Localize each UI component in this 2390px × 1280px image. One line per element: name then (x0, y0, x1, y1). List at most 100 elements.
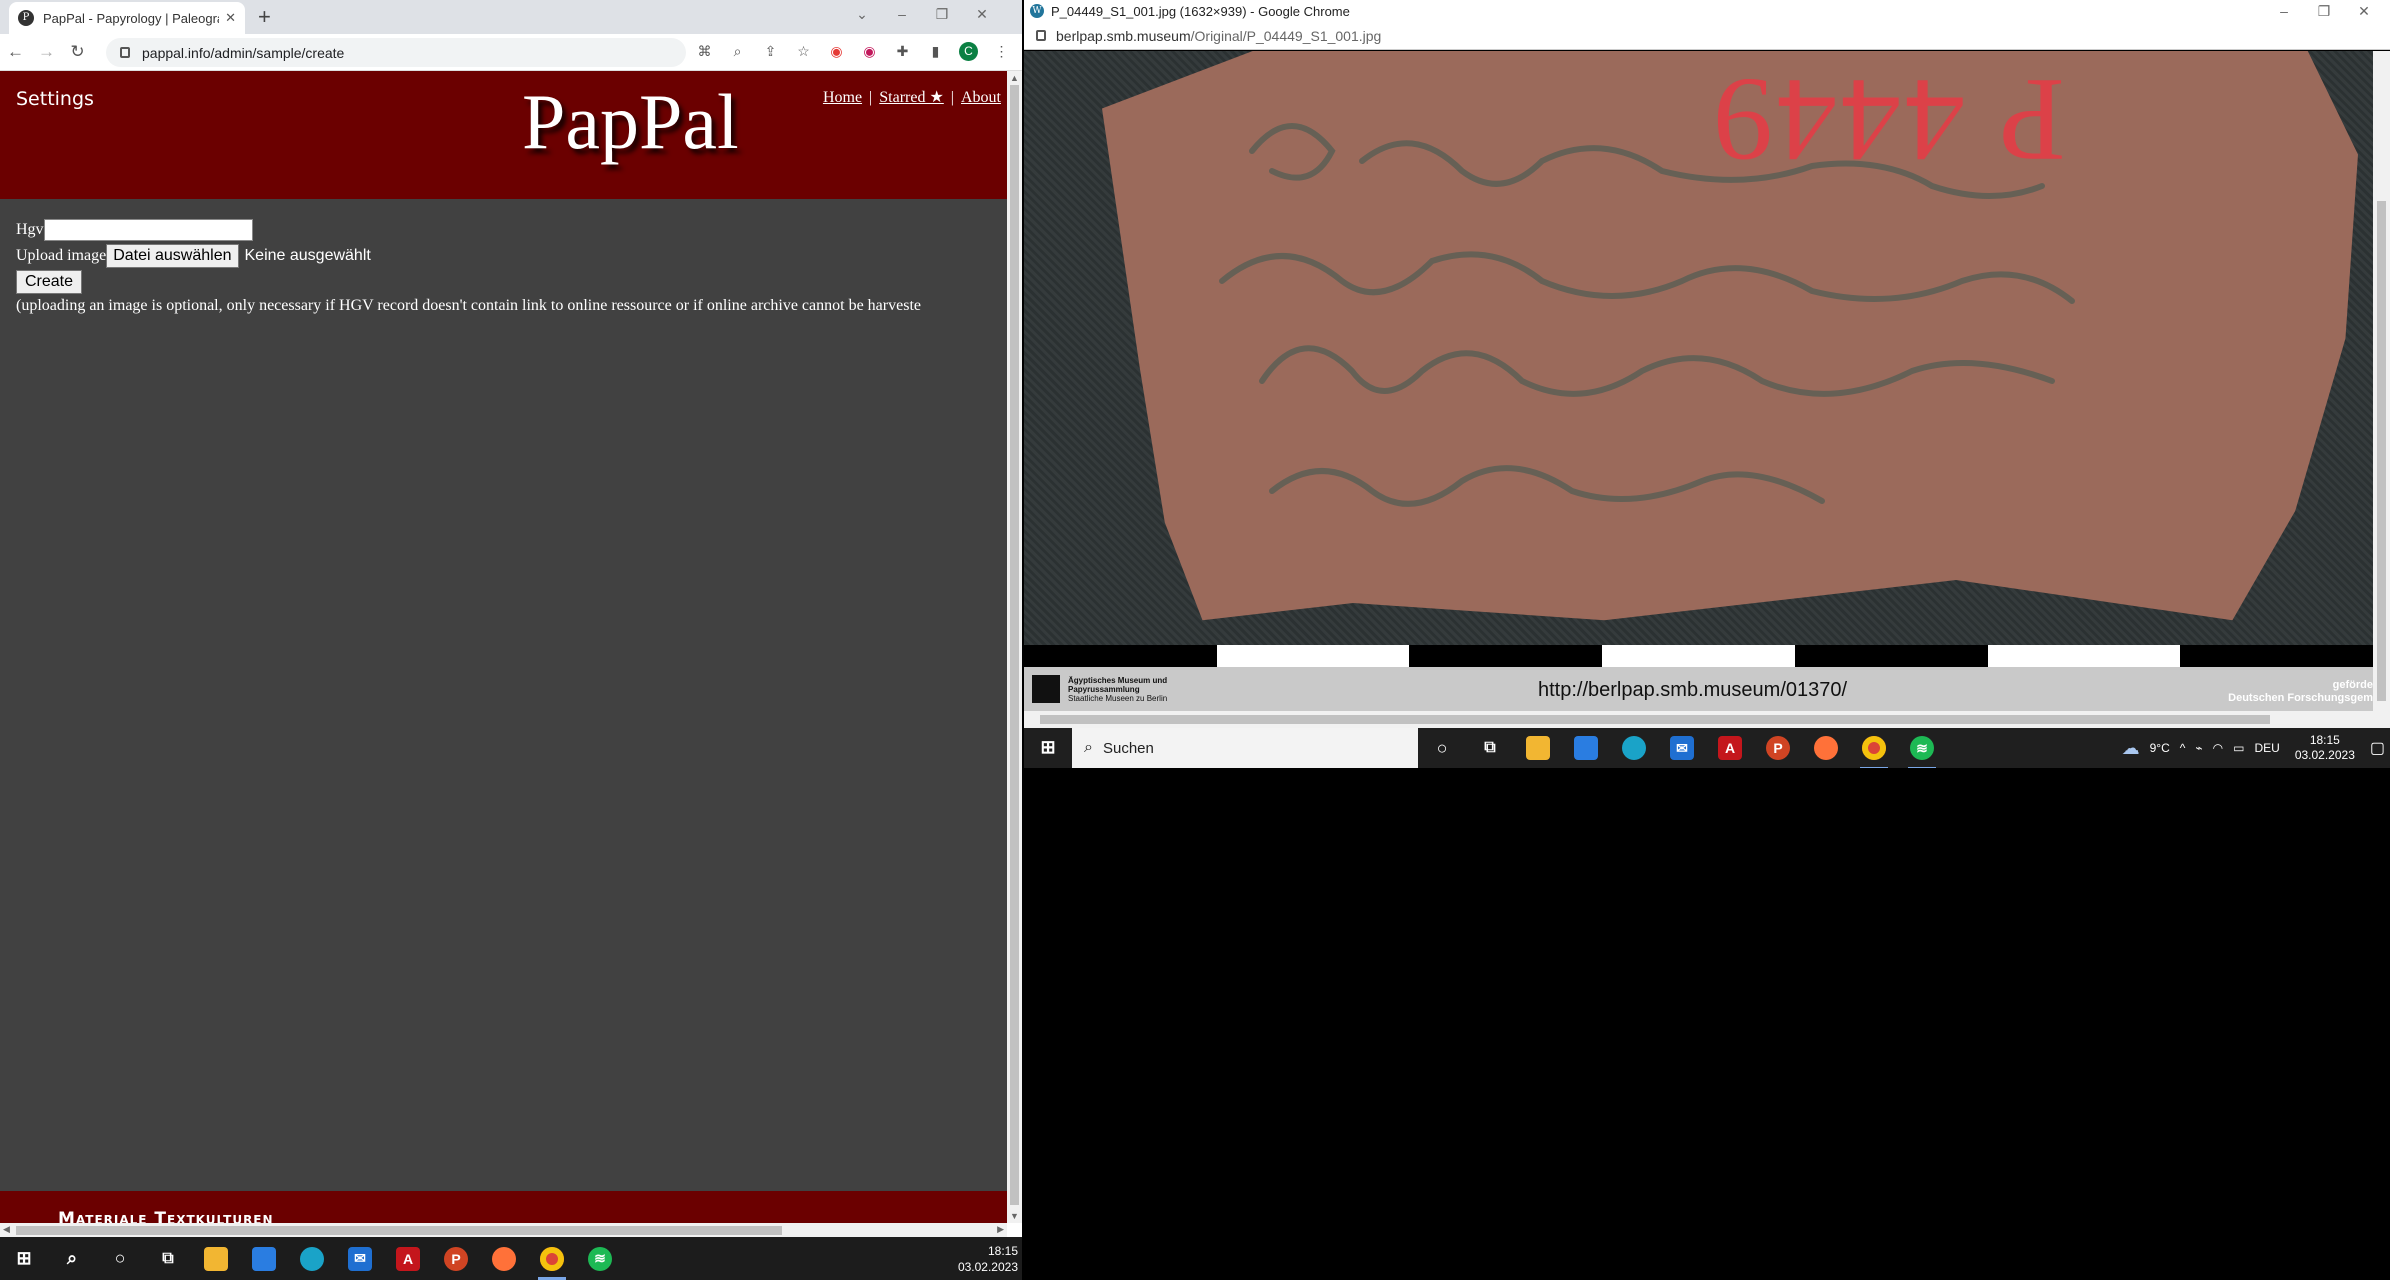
scroll-up-icon[interactable]: ▲ (1010, 73, 1019, 83)
battery-icon[interactable]: ▭ (2233, 741, 2244, 755)
translate-icon[interactable]: ⌘ (695, 43, 714, 60)
pappal-favicon-icon: P (18, 10, 34, 26)
minimize-icon[interactable]: – (882, 0, 922, 28)
taskbar-search-input[interactable]: ⌕ Suchen (1072, 728, 1418, 768)
site-header: Settings PapPal Home | Starred ★ | About (0, 71, 1007, 199)
mail-icon[interactable]: ✉ (1658, 727, 1706, 769)
store-icon[interactable] (1562, 727, 1610, 769)
forward-icon[interactable]: → (31, 42, 62, 62)
vertical-scrollbar[interactable]: ▲ ▼ (1007, 71, 1022, 1223)
side-panel-icon[interactable]: ▮ (926, 43, 945, 60)
hgv-row: Hgv (16, 217, 921, 243)
wordpress-favicon-icon: W (1030, 4, 1044, 18)
scale-bar (1024, 645, 2373, 667)
spotify-icon[interactable]: ≋ (1898, 727, 1946, 768)
pappal-logo[interactable]: PapPal (522, 77, 739, 167)
share-icon[interactable]: ⇪ (761, 43, 780, 60)
nav-home[interactable]: Home (823, 89, 862, 106)
pappal-page: Settings PapPal Home | Starred ★ | About Hgv… (0, 71, 1007, 1223)
red-inventory-number: P 4449 (1709, 54, 2066, 187)
zoom-icon[interactable]: ⌕ (728, 43, 747, 60)
scroll-down-icon[interactable]: ▼ (1010, 1211, 1019, 1221)
language-indicator[interactable]: DEU (2254, 741, 2279, 755)
right-vertical-scrollbar[interactable] (2373, 51, 2390, 711)
task-view-icon[interactable]: ⧉ (1466, 727, 1514, 769)
puzzle-icon[interactable]: ✚ (893, 43, 912, 60)
chrome-icon[interactable] (1850, 727, 1898, 768)
acrobat-icon[interactable]: A (1706, 727, 1754, 769)
close-icon[interactable]: ✕ (962, 0, 1002, 28)
weather-cloud-icon[interactable]: ☁ (2122, 738, 2140, 759)
no-file-selected-text: Keine ausgewählt (244, 247, 371, 264)
chevron-down-icon[interactable]: ⌄ (842, 0, 882, 28)
back-icon[interactable]: ← (0, 42, 31, 62)
hgv-input[interactable] (43, 219, 253, 241)
scroll-left-icon[interactable]: ◀ (3, 1224, 10, 1235)
url-domain: berlpap.smb.museum (1056, 27, 1191, 44)
store-icon[interactable] (240, 1237, 288, 1280)
right-vertical-scroll-thumb[interactable] (2377, 201, 2386, 701)
chevron-up-icon[interactable]: ^ (2180, 741, 2186, 755)
network-icon[interactable]: ⌁ (2195, 741, 2202, 755)
cortana-icon[interactable]: ○ (96, 1237, 144, 1280)
windows-start-icon[interactable]: ⊞ (1024, 726, 1072, 768)
create-button[interactable]: Create (16, 270, 83, 294)
caption-url: http://berlpap.smb.museum/01370/ (1538, 679, 1848, 701)
mail-icon[interactable]: ✉ (336, 1237, 384, 1280)
right-horizontal-scroll-thumb[interactable] (1040, 715, 2270, 724)
choose-file-button[interactable]: Datei auswählen (106, 244, 239, 268)
task-view-icon[interactable]: ⧉ (144, 1237, 192, 1280)
spotify-icon[interactable]: ≋ (576, 1237, 624, 1280)
image-caption-bar: Ägyptisches Museum und Papyrussammlung S… (1024, 667, 2373, 711)
url-text: pappal.info/admin/sample/create (142, 44, 345, 61)
firefox-icon[interactable] (480, 1237, 528, 1280)
firefox-icon[interactable] (1802, 727, 1850, 769)
museum-text: Ägyptisches Museum und Papyrussammlung S… (1068, 675, 1168, 703)
reload-icon[interactable]: ↻ (62, 42, 93, 62)
lock-icon (1036, 30, 1046, 41)
nav-starred[interactable]: Starred ★ (879, 89, 944, 106)
nav-about[interactable]: About (961, 89, 1001, 106)
file-explorer-icon[interactable] (192, 1237, 240, 1280)
restore-icon[interactable]: ❐ (922, 0, 962, 28)
right-horizontal-scrollbar[interactable] (1024, 711, 2390, 728)
edge-icon[interactable] (288, 1237, 336, 1280)
acrobat-icon[interactable]: A (384, 1237, 432, 1280)
edge-icon[interactable] (1610, 727, 1658, 769)
right-taskbar-clock[interactable]: 18:15 03.02.2023 (2295, 733, 2355, 763)
tab-close-icon[interactable]: ✕ (225, 10, 236, 26)
footer-title[interactable]: Materiale Textkulturen (58, 1209, 274, 1223)
extension-icons: ⌘ ⌕ ⇪ ☆ ◉ ◉ ✚ ▮ C ⋮ (695, 42, 1011, 61)
windows-start-icon[interactable]: ⊞ (0, 1237, 48, 1280)
search-icon[interactable]: ⌕ (48, 1237, 96, 1280)
extension-purple-icon[interactable]: ◉ (860, 43, 879, 60)
profile-avatar[interactable]: C (959, 42, 978, 61)
vertical-scroll-thumb[interactable] (1010, 85, 1019, 1205)
file-explorer-icon[interactable] (1514, 727, 1562, 769)
left-taskbar-clock[interactable]: 18:15 03.02.2023 (958, 1243, 1018, 1275)
powerpoint-icon[interactable]: P (1754, 727, 1802, 769)
new-tab-icon[interactable]: + (258, 3, 271, 31)
chrome-icon[interactable] (528, 1237, 576, 1280)
weather-temp[interactable]: 9°C (2150, 741, 2170, 755)
settings-link[interactable]: Settings (16, 88, 94, 110)
bookmark-star-icon[interactable]: ☆ (794, 43, 813, 60)
tab-pappal[interactable]: P PapPal - Papyrology | Paleograph ✕ (9, 2, 245, 34)
address-bar: ← → ↻ pappal.info/admin/sample/create ⌘ … (0, 34, 1022, 71)
window-controls: ⌄ – ❐ ✕ (842, 0, 1002, 28)
top-nav: Home | Starred ★ | About (823, 87, 1001, 107)
url-input[interactable]: pappal.info/admin/sample/create (106, 38, 686, 67)
search-icon: ⌕ (1084, 739, 1093, 756)
cortana-icon[interactable]: ○ (1418, 727, 1466, 769)
menu-dots-icon[interactable]: ⋮ (992, 43, 1011, 60)
notification-icon[interactable]: ▢ (2370, 738, 2385, 758)
extension-red-icon[interactable]: ◉ (827, 43, 846, 60)
horizontal-scrollbar[interactable]: ◀ ▶ (0, 1223, 1007, 1237)
right-window-title: P_04449_S1_001.jpg (1632×939) - Google C… (1051, 3, 1350, 19)
tab-bar: P PapPal - Papyrology | Paleograph ✕ + ⌄… (0, 0, 1022, 34)
right-address-bar[interactable]: berlpap.smb.museum/Original/P_04449_S1_0… (1024, 22, 2390, 50)
horizontal-scroll-thumb[interactable] (16, 1226, 782, 1235)
scroll-right-icon[interactable]: ▶ (997, 1224, 1004, 1235)
wifi-icon[interactable]: ◠ (2213, 741, 2223, 755)
powerpoint-icon[interactable]: P (432, 1237, 480, 1280)
